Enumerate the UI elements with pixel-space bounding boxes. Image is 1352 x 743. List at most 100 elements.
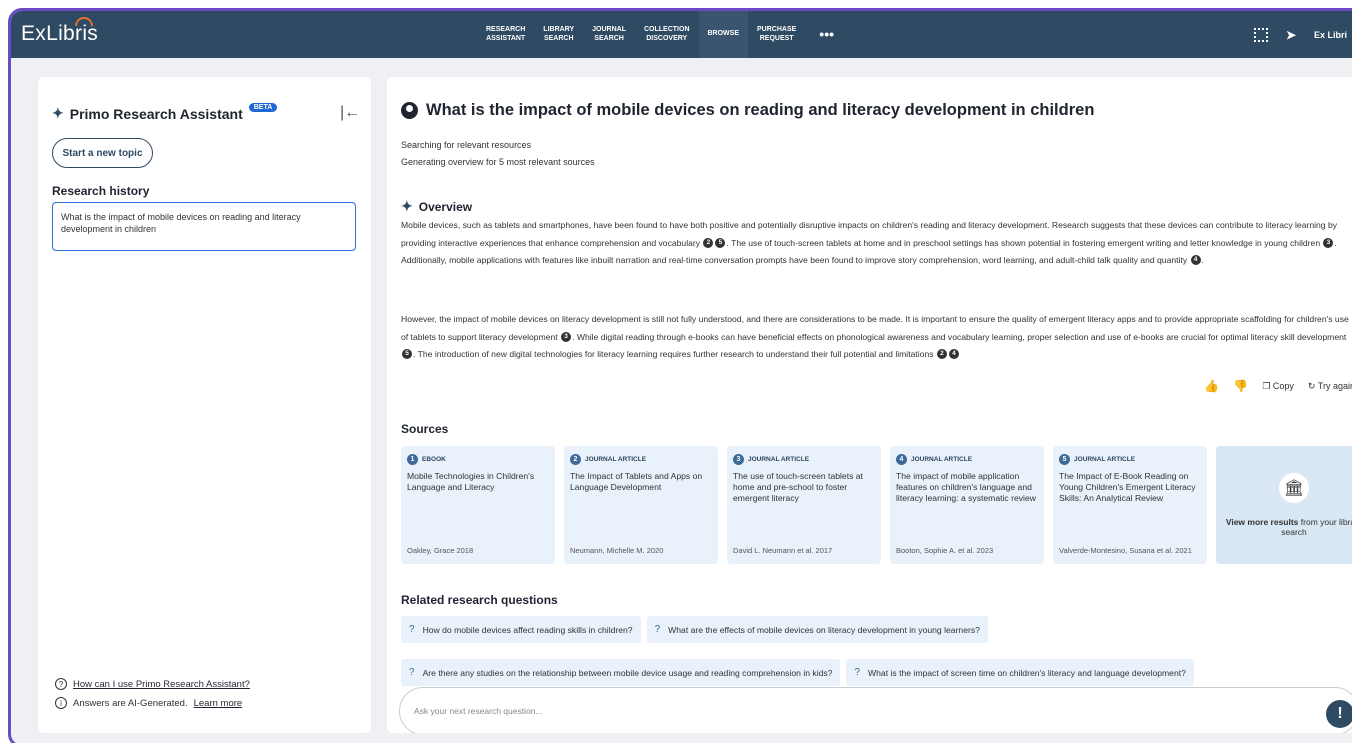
info-circle-icon: i	[55, 697, 67, 709]
main-nav: RESEARCH ASSISTANT LIBRARY SEARCH JOURNA…	[477, 11, 848, 58]
related-question-text: What are the effects of mobile devices o…	[668, 624, 980, 635]
nav-purchase-request[interactable]: PURCHASE REQUEST	[748, 11, 805, 58]
related-question-chip[interactable]: ? Are there any studies on the relationsh…	[401, 659, 841, 686]
citation-badge[interactable]: 5	[715, 237, 726, 248]
learn-more-link[interactable]: Learn more	[194, 698, 243, 709]
copy-button[interactable]: ❐ Copy	[1262, 381, 1294, 392]
app-frame: ExLibris RESEARCH ASSISTANT LIBRARY SEAR…	[8, 8, 1352, 743]
source-type: 5 JOURNAL ARTICLE	[1059, 454, 1201, 465]
citation-badge[interactable]: 3	[561, 331, 572, 342]
source-type-label: JOURNAL ARTICLE	[748, 456, 810, 463]
related-question-chip[interactable]: ? What is the impact of screen time on ch…	[846, 659, 1194, 686]
thumbs-down-icon[interactable]: 👎	[1233, 379, 1248, 393]
pin-icon[interactable]: ➤	[1284, 28, 1298, 42]
ai-note-row: i Answers are AI-Generated. Learn more	[55, 697, 242, 709]
citation-badge[interactable]: 5	[402, 349, 412, 359]
research-history-item[interactable]: What is the impact of mobile devices on …	[52, 202, 356, 251]
related-question-chip[interactable]: ? How do mobile devices affect reading sk…	[401, 616, 641, 643]
source-author: Valverde-Montesino, Susana et al. 2021	[1059, 546, 1192, 555]
source-title: Mobile Technologies in Children's Langua…	[407, 471, 535, 492]
source-card[interactable]: 4 JOURNAL ARTICLE The impact of mobile ap…	[890, 446, 1044, 564]
overview-heading: ✦ Overview	[401, 198, 472, 215]
question-title: What is the impact of mobile devices on …	[401, 101, 1094, 120]
view-more-text: View more results from your library sear…	[1222, 517, 1352, 537]
overview-text: .	[1201, 255, 1204, 265]
related-question-text: Are there any studies on the relationshi…	[422, 667, 833, 678]
nav-more-button[interactable]: •••	[805, 11, 848, 58]
related-question-chip[interactable]: ? What are the effects of mobile devices …	[646, 616, 988, 643]
research-history-heading: Research history	[52, 184, 150, 198]
source-card[interactable]: 3 JOURNAL ARTICLE The use of touch-screen…	[727, 446, 881, 564]
overview-heading-text: Overview	[418, 199, 473, 214]
source-type: 1 EBOOK	[407, 454, 549, 465]
question-text: What is the impact of mobile devices on …	[426, 101, 1095, 119]
nav-collection-discovery[interactable]: COLLECTION DISCOVERY	[635, 11, 699, 58]
sparkle-icon: ✦	[52, 105, 64, 121]
overview-text: . The introduction of new digital techno…	[413, 349, 934, 359]
top-bar: ExLibris RESEARCH ASSISTANT LIBRARY SEAR…	[11, 11, 1352, 58]
source-type-label: JOURNAL ARTICLE	[911, 456, 973, 463]
source-card[interactable]: 5 JOURNAL ARTICLE The Impact of E-Book Re…	[1053, 446, 1207, 564]
help-link[interactable]: How can I use Primo Research Assistant?	[73, 679, 250, 690]
related-questions-heading: Related research questions	[401, 593, 558, 607]
source-type: 4 JOURNAL ARTICLE	[896, 454, 1038, 465]
exlibris-logo[interactable]: ExLibris	[21, 17, 98, 46]
related-questions-row: ? Are there any studies on the relationsh…	[401, 659, 1194, 686]
source-number: 1	[407, 454, 418, 465]
try-again-button[interactable]: ↻ Try again	[1308, 381, 1352, 392]
question-circle-icon: ?	[55, 678, 67, 690]
citation-badge[interactable]: 2	[703, 237, 714, 248]
question-mark-icon: ?	[854, 667, 861, 678]
user-name[interactable]: Ex Libri	[1314, 30, 1347, 40]
source-author: Oakley, Grace 2018	[407, 546, 474, 555]
source-title: The impact of mobile application feature…	[896, 471, 1036, 503]
citation-badge[interactable]: 4	[948, 349, 959, 359]
sidebar-title-text: Primo Research Assistant	[69, 105, 243, 122]
user-avatar-icon	[401, 102, 418, 119]
sources-heading: Sources	[401, 422, 449, 436]
collapse-sidebar-icon[interactable]: |←	[340, 104, 360, 122]
ai-note: Answers are AI-Generated.	[73, 697, 188, 709]
nav-browse[interactable]: BROWSE	[698, 11, 748, 58]
feedback-toolbar: 👍 👎 ❐ Copy ↻ Try again	[1204, 379, 1352, 393]
thumbs-up-icon[interactable]: 👍	[1204, 379, 1219, 393]
sources-list: 1 EBOOK Mobile Technologies in Children's…	[401, 446, 1352, 564]
chat-feedback-button[interactable]: !	[1326, 700, 1352, 728]
source-title: The use of touch-screen tablets at home …	[733, 471, 863, 503]
qr-code-icon[interactable]	[1253, 27, 1268, 42]
related-questions-row: ? How do mobile devices affect reading sk…	[401, 616, 988, 643]
nav-research-assistant[interactable]: RESEARCH ASSISTANT	[477, 11, 534, 58]
view-more-results-card[interactable]: 🏛 View more results from your library se…	[1216, 446, 1352, 564]
copy-icon: ❐	[1262, 380, 1271, 391]
overview-paragraph-1: Mobile devices, such as tablets and smar…	[401, 217, 1351, 270]
sidebar-title: ✦ Primo Research Assistant BETA	[52, 103, 278, 122]
source-author: Neumann, Michelle M. 2020	[570, 546, 664, 555]
question-mark-icon: ?	[654, 624, 661, 635]
citation-badge[interactable]: 3	[1323, 237, 1334, 248]
status-searching: Searching for relevant resources	[401, 140, 532, 150]
source-number: 2	[570, 454, 581, 465]
refresh-icon: ↻	[1307, 380, 1316, 391]
source-author: Booton, Sophie A. et al. 2023	[896, 546, 994, 555]
source-author: David L. Neumann et al. 2017	[733, 546, 833, 555]
try-again-label: Try again	[1317, 380, 1352, 391]
source-title: The Impact of Tablets and Apps on Langua…	[570, 471, 703, 492]
source-type: 3 JOURNAL ARTICLE	[733, 454, 875, 465]
question-mark-icon: ?	[409, 667, 415, 678]
nav-library-search[interactable]: LIBRARY SEARCH	[534, 11, 583, 58]
nav-journal-search[interactable]: JOURNAL SEARCH	[583, 11, 635, 58]
citation-badge[interactable]: 4	[1190, 255, 1201, 265]
related-question-text: What is the impact of screen time on chi…	[868, 667, 1186, 678]
sparkle-icon: ✦	[401, 198, 413, 214]
source-card[interactable]: 2 JOURNAL ARTICLE The Impact of Tablets a…	[564, 446, 718, 564]
ask-question-input[interactable]: Ask your next research question...	[399, 687, 1352, 733]
answer-panel: What is the impact of mobile devices on …	[387, 77, 1352, 733]
view-more-bold: View more results	[1225, 517, 1299, 527]
source-number: 5	[1059, 454, 1070, 465]
related-question-text: How do mobile devices affect reading ski…	[422, 624, 633, 635]
source-type-label: JOURNAL ARTICLE	[585, 456, 647, 463]
citation-badge[interactable]: 2	[936, 349, 947, 359]
source-type-label: JOURNAL ARTICLE	[1074, 456, 1136, 463]
start-new-topic-button[interactable]: Start a new topic	[52, 138, 153, 168]
source-card[interactable]: 1 EBOOK Mobile Technologies in Children's…	[401, 446, 555, 564]
